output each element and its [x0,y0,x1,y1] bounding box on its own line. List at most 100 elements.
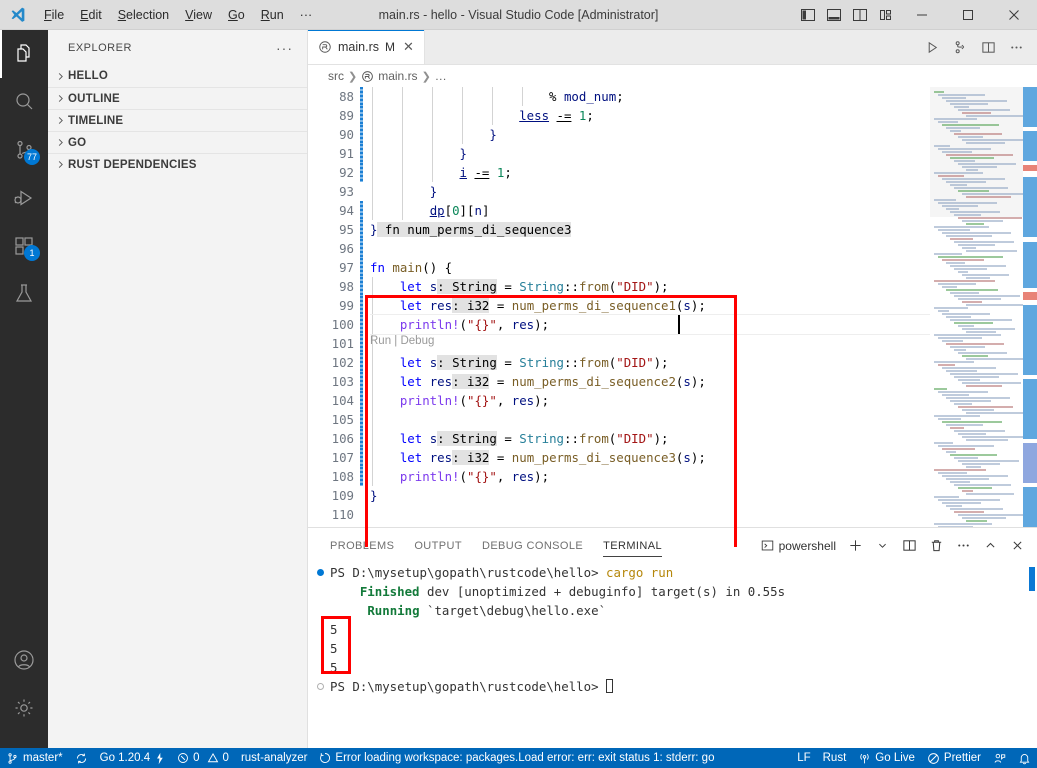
menu-more[interactable]: ··· [292,4,321,26]
minimap-line [954,241,1014,243]
status-workspace-error[interactable]: Error loading workspace: packages.Load e… [313,748,720,768]
code-line[interactable]: 94 dp[0][n] [308,201,1037,220]
toggle-secondary-sidebar-icon[interactable] [847,0,873,30]
tab-terminal[interactable]: TERMINAL [593,528,672,563]
editor-run-icon[interactable] [919,34,945,60]
activity-accounts[interactable] [0,636,48,684]
menu-go[interactable]: Go [220,4,253,26]
close-panel-icon[interactable] [1005,534,1029,558]
minimap[interactable] [930,87,1023,547]
code-line[interactable]: 110 [308,505,1037,524]
status-language-mode[interactable]: Rust [817,748,853,768]
tab-output[interactable]: OUTPUT [404,528,472,563]
sidebar-section-timeline[interactable]: TIMELINE [48,109,307,131]
status-eol[interactable]: LF [791,748,816,768]
line-text: less -= 1; [519,108,594,123]
editor-source-control-graph-icon[interactable] [947,34,973,60]
status-sync[interactable] [69,748,94,768]
window-maximize-button[interactable] [945,0,991,30]
status-problems[interactable]: 0 0 [171,748,235,768]
source-control-badge: 77 [23,149,40,165]
split-terminal-icon[interactable] [897,534,921,558]
menu-edit[interactable]: Edit [72,4,110,26]
code-line[interactable]: 92 i -= 1; [308,163,1037,182]
code-line[interactable]: 89 less -= 1; [308,106,1037,125]
code-line[interactable]: 100 println!("{}", res); [308,315,1037,334]
minimap-line [962,436,1023,438]
command-decoration-icon[interactable] [317,569,324,576]
line-text: println!("{}", res); [399,317,550,332]
terminal-selector[interactable]: powershell [757,537,840,555]
activity-search[interactable] [0,78,48,126]
editor-more-actions-icon[interactable] [1003,34,1029,60]
code-line[interactable]: 103 let res: i32 = num_perms_di_sequence… [308,372,1037,391]
code-line[interactable]: 90 } [308,125,1037,144]
code-line[interactable]: 88 % mod_num; [308,87,1037,106]
tab-close-icon[interactable]: ✕ [401,39,414,55]
terminal-dropdown-icon[interactable] [870,534,894,558]
code-line[interactable]: 107 let res: i32 = num_perms_di_sequence… [308,448,1037,467]
sidebar-section-hello[interactable]: HELLO [48,65,307,87]
tab-problems[interactable]: PROBLEMS [320,528,404,563]
customize-layout-icon[interactable] [873,0,899,30]
code-line[interactable]: 93 } [308,182,1037,201]
code-line[interactable]: 104 println!("{}", res); [308,391,1037,410]
toggle-panel-icon[interactable] [821,0,847,30]
tab-modified-badge: M [384,40,395,54]
minimap-line [954,457,978,459]
tab-main-rs[interactable]: main.rs M ✕ [308,30,425,64]
code-line[interactable]: 106 let s: String = String::from("DID"); [308,429,1037,448]
codelens-run-debug[interactable]: Run | Debug [370,333,434,350]
status-remote-feedback[interactable] [987,748,1012,768]
status-prettier[interactable]: Prettier [921,748,987,768]
menu-file[interactable]: File [36,4,72,26]
sidebar-more-actions-icon[interactable]: ··· [276,40,299,56]
window-close-button[interactable] [991,0,1037,30]
code-line[interactable]: 105 [308,410,1037,429]
new-terminal-icon[interactable] [843,534,867,558]
overview-ruler[interactable] [1023,87,1037,547]
code-line[interactable]: 91 } [308,144,1037,163]
menu-selection[interactable]: Selection [110,4,177,26]
breadcrumb-file[interactable]: main.rs [378,69,417,83]
terminal-output[interactable]: PS D:\mysetup\gopath\rustcode\hello> car… [308,563,1037,730]
collapse-panel-icon[interactable] [978,534,1002,558]
editor-split-icon[interactable] [975,34,1001,60]
code-line[interactable]: 99 let res: i32 = num_perms_di_sequence1… [308,296,1037,315]
code-line[interactable]: 109} [308,486,1037,505]
minimap-line [958,190,989,192]
status-notifications[interactable] [1012,748,1037,768]
status-branch[interactable]: master* [0,748,69,768]
sidebar-section-outline[interactable]: OUTLINE [48,87,307,109]
activity-run-and-debug[interactable] [0,174,48,222]
menu-run[interactable]: Run [253,4,292,26]
command-decoration-icon[interactable] [317,683,324,690]
activity-testing[interactable] [0,270,48,318]
menu-view[interactable]: View [177,4,220,26]
terminal-line: 5 [330,622,338,637]
status-go-live[interactable]: Go Live [852,748,921,768]
sidebar-section-go[interactable]: GO [48,131,307,153]
breadcrumb-symbol[interactable]: … [435,69,447,83]
modified-gutter-marker [360,144,363,163]
kill-terminal-icon[interactable] [924,534,948,558]
toggle-primary-sidebar-icon[interactable] [795,0,821,30]
breadcrumb-src[interactable]: src [328,69,344,83]
code-line[interactable]: 95} fn num_perms_di_sequence3 [308,220,1037,239]
activity-explorer[interactable] [0,30,48,78]
sidebar-section-rust-dependencies[interactable]: RUST DEPENDENCIES [48,153,307,175]
activity-source-control[interactable]: 77 [0,126,48,174]
status-rust-analyzer[interactable]: rust-analyzer [235,748,313,768]
status-go-version[interactable]: Go 1.20.4 [94,748,172,768]
window-minimize-button[interactable] [899,0,945,30]
tab-debug-console[interactable]: DEBUG CONSOLE [472,528,593,563]
panel-more-actions-icon[interactable] [951,534,975,558]
code-line[interactable]: 97 fn main() { [308,258,1037,277]
code-line[interactable]: 98 let s: String = String::from("DID"); [308,277,1037,296]
code-line[interactable]: 108 println!("{}", res); [308,467,1037,486]
code-line[interactable]: 96 [308,239,1037,258]
activity-extensions[interactable]: 1 [0,222,48,270]
activity-manage-settings[interactable] [0,684,48,732]
code-line[interactable]: 102 let s: String = String::from("DID"); [308,353,1037,372]
code-editor[interactable]: 88 % mod_num; 89 less -= 1; 90 } 91 } 92 i -… [308,87,1037,547]
